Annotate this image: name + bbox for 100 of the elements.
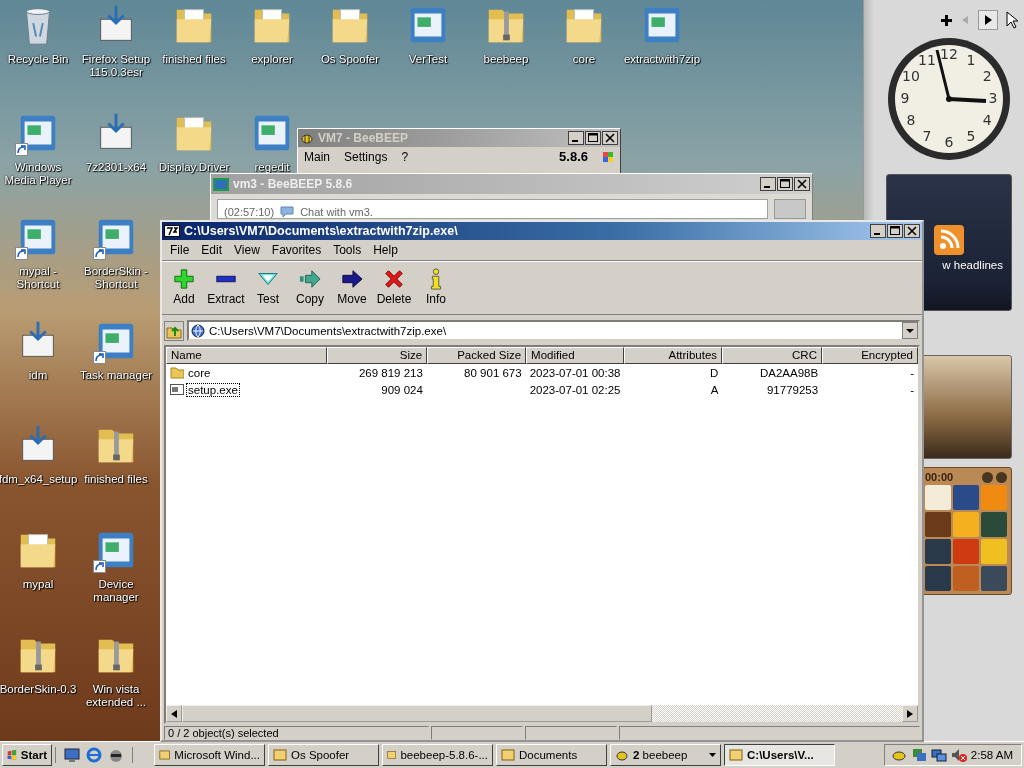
version-label: 5.8.6 [559, 149, 588, 164]
rss-icon [934, 225, 964, 255]
minimize-button[interactable] [568, 131, 584, 145]
window-icon [273, 748, 287, 762]
desktop-icon-label[interactable]: finished files [84, 473, 148, 486]
menu-item[interactable]: Main [304, 149, 330, 164]
shortcut-arrow-icon [15, 247, 28, 260]
clock-numeral: 3 [988, 90, 998, 106]
arrow-right-icon [299, 268, 321, 290]
minimize-button[interactable] [870, 224, 886, 238]
column-header[interactable]: CRC [722, 347, 822, 364]
close-button[interactable] [794, 177, 810, 191]
extract-button[interactable]: Extract [206, 266, 246, 308]
column-header[interactable]: Encrypted [822, 347, 918, 364]
menu-item[interactable]: Help [367, 242, 404, 258]
help-icon[interactable] [982, 471, 993, 483]
shortcut-arrow-icon [15, 143, 28, 156]
column-header[interactable]: Attributes [624, 347, 723, 364]
horizontal-scrollbar[interactable] [166, 705, 918, 722]
file-name[interactable]: core [187, 366, 212, 379]
taskbar-button[interactable]: Microsoft Wind... [154, 744, 265, 766]
menu-item[interactable]: Settings [344, 149, 388, 164]
table-cell-text: 91779253 [765, 383, 820, 396]
add-icon [173, 268, 195, 290]
clock-numeral: 5 [966, 128, 976, 145]
column-header[interactable]: Name [166, 347, 328, 364]
menu-item[interactable]: File [164, 242, 196, 258]
maximize-button[interactable] [777, 177, 793, 191]
clock-numeral: 10 [902, 68, 920, 84]
volume-muted-icon[interactable] [950, 747, 967, 763]
clock-numeral: 12 [940, 46, 958, 62]
maximize-button[interactable] [887, 224, 903, 238]
clock-time[interactable]: 2:58 AM [970, 749, 1013, 761]
window-icon [159, 748, 171, 762]
desktop-icon-label[interactable]: Device manager [77, 578, 155, 604]
minimize-button[interactable] [760, 177, 776, 191]
window-icon [501, 748, 515, 762]
menu-item[interactable]: Favorites [265, 242, 328, 258]
file-name[interactable]: setup.exe [187, 383, 239, 396]
desktop-icon[interactable] [64, 747, 80, 763]
maximize-button[interactable] [585, 131, 601, 145]
start-button[interactable]: Start [2, 744, 52, 766]
chat-message: Chat with vm3. [300, 206, 373, 218]
clock-numeral: 2 [982, 68, 992, 84]
taskbar-button[interactable]: beebeep-5.8.6-... [382, 744, 493, 766]
computers-tray-icon[interactable] [930, 747, 947, 763]
puzzle-timer: 00:00 [925, 471, 954, 483]
news-headline-text: w headlines [942, 259, 1004, 271]
up-folder-button[interactable] [164, 320, 184, 341]
clock-numeral: 1 [966, 51, 976, 68]
status-text: 0 / 2 object(s) selected [164, 726, 429, 740]
window-title: C:\Users\VM7\Documents\extractwith7zip.exe\ [184, 224, 458, 238]
desktop-icon-label[interactable]: Win vista extended ... [77, 683, 155, 709]
network-tray-icon[interactable] [910, 747, 927, 763]
test-button[interactable]: Test [248, 266, 288, 308]
table-cell-text: DA2AA98B [758, 366, 820, 379]
file-row[interactable]: core 269 819 213 80 901 673 2023-07-01 00:38 D DA2AA98B - [166, 364, 918, 381]
copy-button[interactable]: Copy [290, 266, 330, 308]
clock-numeral: 6 [944, 134, 954, 150]
add-button[interactable]: Add [164, 266, 204, 308]
table-cell-text: 2023-07-01 02:25 [528, 383, 622, 396]
file-row[interactable]: setup.exe 909 024 2023-07-01 02:25 A 91779253 - [166, 381, 918, 398]
table-cell-text: - [909, 366, 915, 379]
next-icon[interactable] [978, 10, 998, 30]
info-button[interactable]: Info [416, 266, 456, 308]
file-icon [170, 383, 184, 396]
address-bar[interactable]: C:\Users\VM7\Documents\extractwith7zip.exe\ [187, 320, 920, 341]
scrollbar-thumb[interactable] [182, 705, 652, 722]
menu-item[interactable]: Edit [195, 242, 229, 258]
delete-button[interactable]: Delete [374, 266, 414, 308]
move-button[interactable]: Move [332, 266, 372, 308]
column-header[interactable]: Size [327, 347, 428, 364]
menu-item[interactable]: View [228, 242, 266, 258]
scroll-left-icon [171, 709, 177, 718]
window-title: VM7 - BeeBEEP [318, 131, 409, 145]
close-button[interactable] [904, 224, 920, 238]
chat-timestamp: (02:57:10) [224, 206, 275, 218]
taskbar-button[interactable]: Documents [496, 744, 607, 766]
mouse-cursor-icon [1006, 11, 1018, 29]
desktop-icon-label[interactable]: mypal [22, 578, 54, 591]
bee-icon [615, 748, 629, 762]
column-header[interactable]: Packed Size [427, 347, 527, 364]
shuffle-icon[interactable] [996, 471, 1007, 483]
desktop-icon-label[interactable]: BorderSkin-0.3 [0, 683, 77, 696]
table-cell-text: 2023-07-01 00:38 [528, 366, 622, 379]
taskbar-button[interactable]: C:\Users\V... [724, 744, 835, 766]
shortcut-arrow-icon [93, 560, 106, 573]
taskbar-button[interactable]: 2 beebeep [610, 744, 721, 766]
column-header[interactable]: Modified [526, 347, 625, 364]
clock-numeral: 11 [918, 51, 936, 68]
menu-item[interactable]: ? [401, 149, 409, 164]
clock-numeral: 9 [900, 90, 910, 106]
add-gadget-icon[interactable] [941, 14, 952, 26]
vm-logo-icon [213, 177, 229, 191]
taskbar-button[interactable]: Os Spoofer [268, 744, 379, 766]
menu-item[interactable]: Tools [327, 242, 368, 258]
puzzle-tiles-drawing[interactable] [925, 485, 1007, 591]
close-button[interactable] [602, 131, 618, 145]
sevenzip-logo-icon [164, 225, 180, 237]
browser-icon[interactable] [86, 747, 102, 763]
